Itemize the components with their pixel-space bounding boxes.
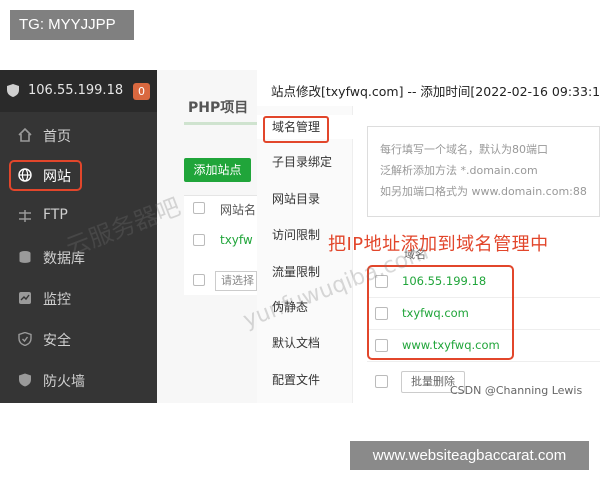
ftp-icon bbox=[19, 210, 31, 222]
website-highlight-box bbox=[9, 160, 82, 191]
sidebar-item-database[interactable]: 数据库 bbox=[0, 238, 157, 278]
column-site-name: 网站名 bbox=[220, 203, 257, 217]
domains-highlight-box bbox=[367, 265, 514, 360]
csdn-credit: CSDN @Channing Lewis bbox=[450, 384, 583, 397]
tab-php-project[interactable]: PHP项目 bbox=[188, 97, 248, 117]
shield-icon bbox=[7, 84, 19, 97]
home-icon bbox=[18, 128, 32, 142]
sidebar-item-label: 安全 bbox=[43, 333, 71, 349]
menu-item-default-doc[interactable]: 默认文档 bbox=[257, 331, 353, 355]
monitor-icon bbox=[19, 292, 31, 304]
panel-screenshot: 106.55.199.18 0 首页 网站 FTP 数据库 监控 安全 防火墙 … bbox=[0, 70, 600, 403]
add-site-button[interactable]: 添加站点 bbox=[184, 158, 251, 182]
sidebar-item-label: 数据库 bbox=[43, 251, 85, 267]
annotation-text: 把IP地址添加到域名管理中 bbox=[328, 234, 549, 255]
domain-menu-highlight bbox=[263, 116, 329, 143]
sidebar: 106.55.199.18 0 首页 网站 FTP 数据库 监控 安全 防火墙 bbox=[0, 70, 157, 403]
bulk-checkbox[interactable] bbox=[193, 274, 205, 286]
textarea-hint: 每行填写一个域名，默认为80端口 bbox=[380, 143, 548, 156]
server-ip: 106.55.199.18 bbox=[28, 83, 124, 98]
textarea-hint: 如另加端口格式为 www.domain.com:88 bbox=[380, 185, 587, 198]
row-checkbox[interactable] bbox=[193, 234, 205, 246]
menu-item-site-dir[interactable]: 网站目录 bbox=[257, 187, 353, 211]
firewall-icon bbox=[19, 373, 31, 387]
site-tag: www.websiteagbaccarat.com bbox=[350, 441, 589, 470]
sidebar-item-label: 防火墙 bbox=[43, 374, 85, 390]
select-all-checkbox[interactable] bbox=[193, 202, 205, 214]
sidebar-item-ftp[interactable]: FTP bbox=[0, 197, 157, 237]
menu-item-rewrite[interactable]: 伪静态 bbox=[257, 295, 353, 319]
shield-check-icon bbox=[18, 332, 32, 346]
sidebar-item-monitor[interactable]: 监控 bbox=[0, 279, 157, 319]
site-list-panel: PHP项目 添加站点 网站名 txyfw 请选择 bbox=[157, 70, 257, 403]
domain-input[interactable]: 每行填写一个域名，默认为80端口 泛解析添加方法 *.domain.com 如另… bbox=[367, 126, 600, 217]
site-link[interactable]: txyfw bbox=[220, 233, 253, 247]
sidebar-item-firewall[interactable]: 防火墙 bbox=[0, 361, 157, 401]
sidebar-item-home[interactable]: 首页 bbox=[0, 116, 157, 156]
tab-underline bbox=[184, 122, 257, 125]
dialog-title: 站点修改[txyfwq.com] -- 添加时间[2022-02-16 09:3… bbox=[271, 84, 600, 99]
sidebar-item-label: 监控 bbox=[43, 292, 71, 308]
sidebar-item-label: 首页 bbox=[43, 129, 71, 145]
database-icon bbox=[19, 251, 31, 263]
site-edit-dialog: 站点修改[txyfwq.com] -- 添加时间[2022-02-16 09:3… bbox=[257, 70, 600, 403]
sidebar-item-label: FTP bbox=[43, 207, 68, 223]
notification-badge[interactable]: 0 bbox=[133, 83, 150, 100]
menu-item-config[interactable]: 配置文件 bbox=[257, 368, 353, 392]
sidebar-item-security[interactable]: 安全 bbox=[0, 320, 157, 360]
server-header: 106.55.199.18 0 bbox=[0, 70, 157, 112]
textarea-hint: 泛解析添加方法 *.domain.com bbox=[380, 164, 538, 177]
select-all-checkbox[interactable] bbox=[375, 375, 388, 388]
menu-item-subdir[interactable]: 子目录绑定 bbox=[257, 150, 353, 174]
tg-tag: TG: MYYJJPP bbox=[10, 10, 134, 40]
batch-action-select[interactable]: 请选择 bbox=[215, 271, 257, 291]
menu-item-traffic[interactable]: 流量限制 bbox=[257, 260, 353, 284]
